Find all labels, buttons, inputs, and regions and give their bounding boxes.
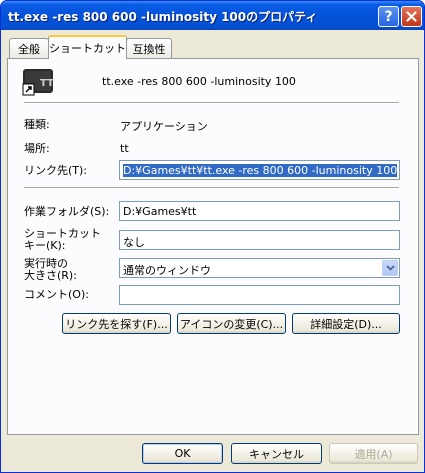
help-icon: ? [384,8,393,25]
tab-general[interactable]: 全般 [9,38,49,58]
target-label: リンク先(T): [24,164,88,177]
type-label: 種類: [24,118,50,131]
tab-general-label: 全般 [18,42,40,56]
run-size-select[interactable]: 通常のウィンドウ [119,258,400,278]
properties-dialog: tt.exe -res 800 600 -luminosity 100のプロパテ… [0,0,425,473]
comment-input[interactable] [119,285,400,305]
target-value: D:¥Games¥tt¥tt.exe -res 800 600 -luminos… [123,164,398,177]
apply-button-label: 適用(A) [354,447,393,461]
advanced-button-label: 詳細設定(D)... [310,317,382,331]
help-button[interactable]: ? [378,6,399,27]
apply-button[interactable]: 適用(A) [329,443,418,464]
advanced-button[interactable]: 詳細設定(D)... [292,313,400,334]
chevron-down-icon[interactable] [382,260,398,276]
hotkey-value: なし [123,236,145,249]
cancel-button[interactable]: キャンセル [231,443,322,464]
hotkey-label-line2: キー(K): [24,239,66,252]
find-target-button-label: リンク先を探す(F)... [65,317,168,331]
change-icon-button[interactable]: アイコンの変更(C)... [177,313,286,334]
close-button[interactable] [401,6,422,27]
shortcut-app-icon: TT [22,65,54,97]
workdir-input[interactable]: D:¥Games¥tt [119,201,400,221]
tab-compatibility[interactable]: 互換性 [126,38,172,58]
location-value: tt [120,142,129,155]
tab-shortcut[interactable]: ショートカット [48,35,127,59]
hotkey-input[interactable]: なし [119,230,400,250]
location-label: 場所: [24,142,50,155]
ok-button-label: OK [174,447,191,460]
window-title: tt.exe -res 800 600 -luminosity 100のプロパテ… [8,10,318,24]
tab-shortcut-label: ショートカット [49,42,126,55]
title-bar[interactable]: tt.exe -res 800 600 -luminosity 100のプロパテ… [1,1,424,30]
close-icon [406,11,417,22]
run-size-value: 通常のウィンドウ [123,264,211,277]
workdir-value: D:¥Games¥tt [123,205,197,218]
divider [24,102,399,104]
svg-text:TT: TT [40,78,54,89]
shortcut-name: tt.exe -res 800 600 -luminosity 100 [102,75,296,88]
cancel-button-label: キャンセル [249,447,304,461]
tab-compatibility-label: 互換性 [132,42,166,56]
target-input[interactable]: D:¥Games¥tt¥tt.exe -res 800 600 -luminos… [119,160,400,180]
workdir-label: 作業フォルダ(S): [24,205,110,218]
divider [24,187,399,189]
find-target-button[interactable]: リンク先を探す(F)... [62,313,171,334]
type-value: アプリケーション [120,120,208,133]
comment-label: コメント(O): [24,288,89,301]
ok-button[interactable]: OK [142,443,223,464]
run-label-line2: 大きさ(R): [24,269,77,282]
change-icon-button-label: アイコンの変更(C)... [179,317,284,331]
